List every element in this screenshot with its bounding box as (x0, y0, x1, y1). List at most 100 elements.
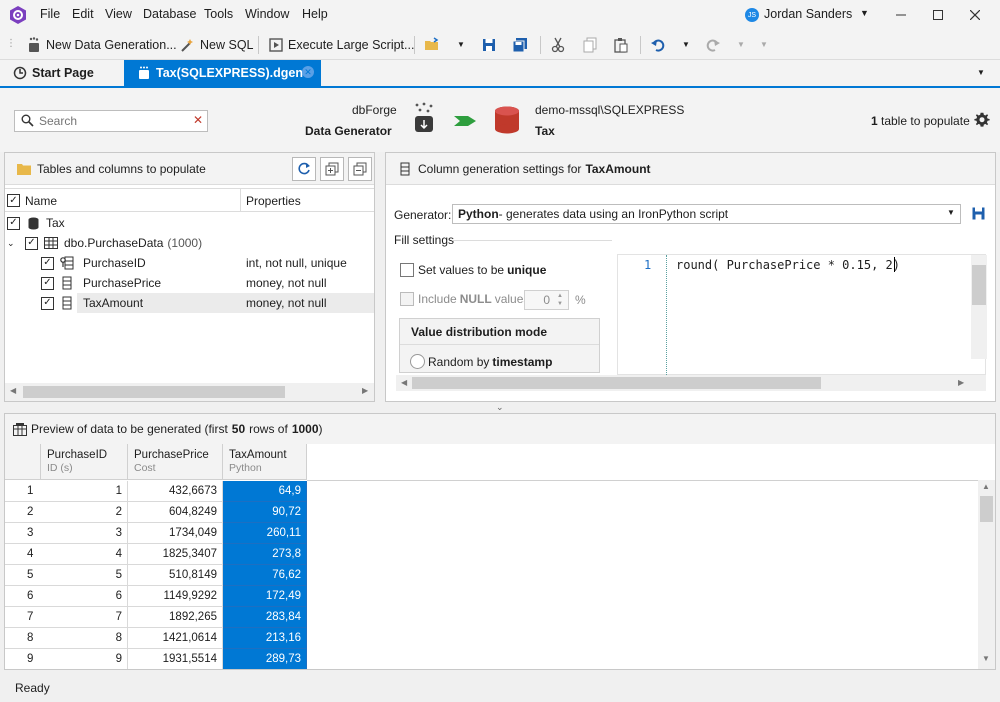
cell-purchaseprice[interactable]: 1734,049 (128, 523, 223, 544)
settings-scroll-left-icon[interactable]: ◀ (401, 378, 407, 387)
tree-row-database[interactable]: ✓ Tax (7, 213, 374, 233)
preview-vertical-scrollbar[interactable]: ▲ ▼ (978, 480, 995, 669)
save-all-button[interactable] (512, 34, 528, 56)
column-header-properties[interactable]: Properties (246, 194, 301, 208)
execute-large-script-button[interactable]: Execute Large Script... (268, 34, 414, 56)
menu-window[interactable]: Window (245, 7, 289, 21)
open-dropdown-chevron-icon[interactable]: ▼ (457, 40, 465, 49)
grid-header-purchaseprice[interactable]: PurchasePrice Cost (128, 444, 223, 480)
scroll-right-icon[interactable]: ▶ (362, 386, 368, 395)
new-sql-button[interactable]: New SQL (180, 34, 254, 56)
column-header-name[interactable]: Name (25, 194, 57, 208)
clear-search-icon[interactable]: ✕ (193, 113, 203, 127)
cell-taxamount[interactable]: 172,49 (223, 586, 307, 607)
paste-button[interactable] (613, 34, 629, 56)
null-percent-input[interactable]: 0 ▲ ▼ (524, 290, 569, 310)
collapse-all-button[interactable] (348, 157, 372, 181)
minimize-button[interactable] (888, 4, 914, 26)
cell-purchaseid[interactable]: 8 (41, 628, 128, 649)
column-divider[interactable] (240, 189, 241, 212)
cell-taxamount[interactable]: 213,16 (223, 628, 307, 649)
toolbar-overflow-chevron-icon[interactable]: ▼ (760, 40, 768, 49)
cell-taxamount[interactable]: 289,73 (223, 649, 307, 669)
undo-dropdown-chevron-icon[interactable]: ▼ (682, 40, 690, 49)
cell-purchaseprice[interactable]: 1421,0614 (128, 628, 223, 649)
cell-purchaseid[interactable]: 5 (41, 565, 128, 586)
editor-vertical-scrollbar[interactable] (971, 255, 987, 359)
include-null-checkbox[interactable] (400, 292, 414, 306)
tree-scroll-thumb[interactable] (23, 386, 285, 398)
tree-row-table[interactable]: ⌄ ✓ dbo.PurchaseData (1000) (7, 233, 374, 253)
cell-taxamount[interactable]: 76,62 (223, 565, 307, 586)
tree-row-column-purchaseid[interactable]: ✓ PurchaseID int, not null, unique (41, 253, 374, 273)
cell-purchaseprice[interactable]: 510,8149 (128, 565, 223, 586)
tree-row-column-taxamount[interactable]: ✓ TaxAmount money, not null (41, 293, 374, 313)
tab-list-chevron-icon[interactable]: ▼ (977, 68, 985, 77)
cell-purchaseid[interactable]: 9 (41, 649, 128, 669)
copy-button[interactable] (582, 34, 598, 56)
search-input[interactable] (39, 113, 187, 129)
cell-purchaseprice[interactable]: 1892,265 (128, 607, 223, 628)
taxamount-checkbox[interactable]: ✓ (41, 296, 54, 310)
tab-tax-dgen[interactable]: Tax(SQLEXPRESS).dgen* ✕ (124, 60, 321, 86)
tab-start-page[interactable]: Start Page (0, 60, 122, 86)
splitter-chevron-icon[interactable]: ⌄ (496, 402, 504, 413)
menu-edit[interactable]: Edit (72, 7, 94, 21)
cell-purchaseid[interactable]: 2 (41, 502, 128, 523)
cell-taxamount[interactable]: 283,84 (223, 607, 307, 628)
refresh-button[interactable] (292, 157, 316, 181)
settings-gear-icon[interactable] (974, 112, 990, 131)
database-checkbox[interactable]: ✓ (7, 216, 20, 230)
script-code[interactable]: round( PurchasePrice * 0.15, 2) (676, 258, 900, 272)
cell-taxamount[interactable]: 260,11 (223, 523, 307, 544)
random-timestamp-radio[interactable] (410, 354, 425, 369)
settings-horizontal-scrollbar[interactable]: ◀ ▶ (396, 375, 986, 391)
menu-view[interactable]: View (105, 7, 132, 21)
grid-header-purchaseid[interactable]: PurchaseID ID (s) (41, 444, 128, 480)
redo-button[interactable] (705, 34, 721, 56)
menu-tools[interactable]: Tools (204, 7, 233, 21)
generator-select[interactable]: Python - generates data using an IronPyt… (452, 204, 961, 224)
user-avatar[interactable]: JS (745, 8, 759, 22)
expand-all-button[interactable] (320, 157, 344, 181)
select-all-checkbox[interactable]: ✓ (7, 194, 20, 207)
random-by-timestamp-option[interactable]: Random by timestamp (410, 354, 552, 369)
cell-taxamount[interactable]: 90,72 (223, 502, 307, 523)
preview-scroll-up-icon[interactable]: ▲ (982, 482, 990, 491)
null-percent-stepper-icon[interactable]: ▲ ▼ (557, 292, 563, 308)
preview-vscroll-thumb[interactable] (980, 496, 993, 522)
cell-taxamount[interactable]: 64,9 (223, 481, 307, 502)
cell-purchaseprice[interactable]: 604,8249 (128, 502, 223, 523)
cell-purchaseid[interactable]: 7 (41, 607, 128, 628)
include-null-option[interactable]: Include NULL values (400, 292, 529, 306)
close-window-button[interactable] (962, 4, 988, 26)
undo-button[interactable] (650, 34, 666, 56)
save-generator-icon[interactable] (972, 207, 985, 223)
search-box[interactable]: ✕ (14, 110, 208, 132)
settings-scroll-right-icon[interactable]: ▶ (958, 378, 964, 387)
close-tab-icon[interactable]: ✕ (302, 66, 314, 78)
cell-purchaseid[interactable]: 4 (41, 544, 128, 565)
cell-purchaseprice[interactable]: 1931,5514 (128, 649, 223, 669)
new-data-generation-button[interactable]: New Data Generation... (26, 34, 177, 56)
save-button[interactable] (481, 34, 497, 56)
preview-scroll-down-icon[interactable]: ▼ (982, 654, 990, 663)
purchaseid-checkbox[interactable]: ✓ (41, 256, 54, 270)
open-file-button[interactable] (424, 34, 440, 56)
cell-purchaseid[interactable]: 3 (41, 523, 128, 544)
python-script-editor[interactable]: 1 round( PurchasePrice * 0.15, 2) (617, 254, 987, 375)
unique-checkbox[interactable] (400, 263, 414, 277)
settings-scroll-thumb[interactable] (412, 377, 821, 389)
cell-purchaseprice[interactable]: 1825,3407 (128, 544, 223, 565)
purchaseprice-checkbox[interactable]: ✓ (41, 276, 54, 290)
editor-vscroll-thumb[interactable] (972, 265, 986, 305)
cut-button[interactable] (550, 34, 566, 56)
cell-purchaseprice[interactable]: 1149,9292 (128, 586, 223, 607)
scroll-left-icon[interactable]: ◀ (10, 386, 16, 395)
menu-database[interactable]: Database (143, 7, 197, 21)
grid-header-taxamount[interactable]: TaxAmount Python (223, 444, 307, 480)
toolbar-grip[interactable]: ⋮ (6, 38, 16, 49)
collapse-chevron-icon[interactable]: ⌄ (7, 238, 19, 249)
redo-dropdown-chevron-icon[interactable]: ▼ (737, 40, 745, 49)
maximize-button[interactable] (925, 4, 951, 26)
